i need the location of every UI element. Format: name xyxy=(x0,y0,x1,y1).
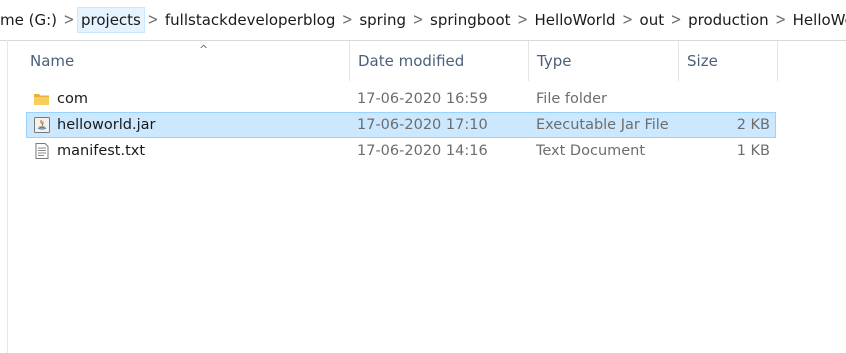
file-size: 2 KB xyxy=(736,117,770,133)
address-bar[interactable]: me (G:) > projects > fullstackdeveloperb… xyxy=(0,0,846,41)
breadcrumb-item-spring[interactable]: spring xyxy=(355,7,410,33)
column-header-size-label: Size xyxy=(687,52,718,70)
column-header-date-label: Date modified xyxy=(358,52,465,70)
chevron-right-icon[interactable]: > xyxy=(668,11,684,29)
breadcrumb-item-drive[interactable]: me (G:) xyxy=(0,7,61,33)
chevron-right-icon[interactable]: > xyxy=(61,11,77,29)
file-row-manifest-txt[interactable]: manifest.txt 17-06-2020 14:16 Text Docum… xyxy=(26,138,776,164)
column-header-row: Name ^ Date modified Type Size xyxy=(22,41,782,81)
breadcrumb: me (G:) > projects > fullstackdeveloperb… xyxy=(0,0,846,40)
breadcrumb-item-springboot[interactable]: springboot xyxy=(426,7,514,33)
breadcrumb-item-helloworld-current[interactable]: HelloWorld xyxy=(789,7,846,33)
breadcrumb-item-out[interactable]: out xyxy=(636,7,669,33)
column-header-date[interactable]: Date modified xyxy=(349,41,529,81)
chevron-right-icon[interactable]: > xyxy=(620,11,636,29)
file-date: 17-06-2020 17:10 xyxy=(357,117,488,133)
file-size: 1 KB xyxy=(736,143,770,159)
file-name: manifest.txt xyxy=(57,143,146,159)
file-name: helloworld.jar xyxy=(57,117,156,133)
chevron-right-icon[interactable]: > xyxy=(515,11,531,29)
sort-ascending-icon: ^ xyxy=(199,43,209,56)
java-jar-icon xyxy=(33,116,51,134)
file-type: Text Document xyxy=(536,143,646,159)
file-type: File folder xyxy=(536,91,607,107)
file-type: Executable Jar File xyxy=(536,117,669,133)
file-list: com 17-06-2020 16:59 File folder hellowo… xyxy=(26,86,776,164)
text-file-icon xyxy=(33,142,51,160)
column-header-type[interactable]: Type xyxy=(528,41,678,81)
chevron-right-icon[interactable]: > xyxy=(410,11,426,29)
breadcrumb-item-projects[interactable]: projects xyxy=(77,7,145,33)
chevron-right-icon[interactable]: > xyxy=(773,11,789,29)
chevron-right-icon[interactable]: > xyxy=(339,11,355,29)
breadcrumb-item-helloworld[interactable]: HelloWorld xyxy=(531,7,620,33)
chevron-right-icon[interactable]: > xyxy=(145,11,161,29)
column-header-type-label: Type xyxy=(537,52,572,70)
column-header-size[interactable]: Size xyxy=(678,41,778,81)
file-row-com[interactable]: com 17-06-2020 16:59 File folder xyxy=(26,86,776,112)
file-name: com xyxy=(57,91,88,107)
column-header-name-label: Name xyxy=(30,52,75,70)
folder-icon xyxy=(33,90,51,108)
pane-divider xyxy=(7,40,8,353)
breadcrumb-item-production[interactable]: production xyxy=(684,7,773,33)
breadcrumb-item-fullstackdeveloperblog[interactable]: fullstackdeveloperblog xyxy=(161,7,339,33)
file-date: 17-06-2020 16:59 xyxy=(357,91,488,107)
file-row-helloworld-jar[interactable]: helloworld.jar 17-06-2020 17:10 Executab… xyxy=(26,112,776,138)
file-date: 17-06-2020 14:16 xyxy=(357,143,488,159)
column-header-name[interactable]: Name ^ xyxy=(22,41,349,81)
